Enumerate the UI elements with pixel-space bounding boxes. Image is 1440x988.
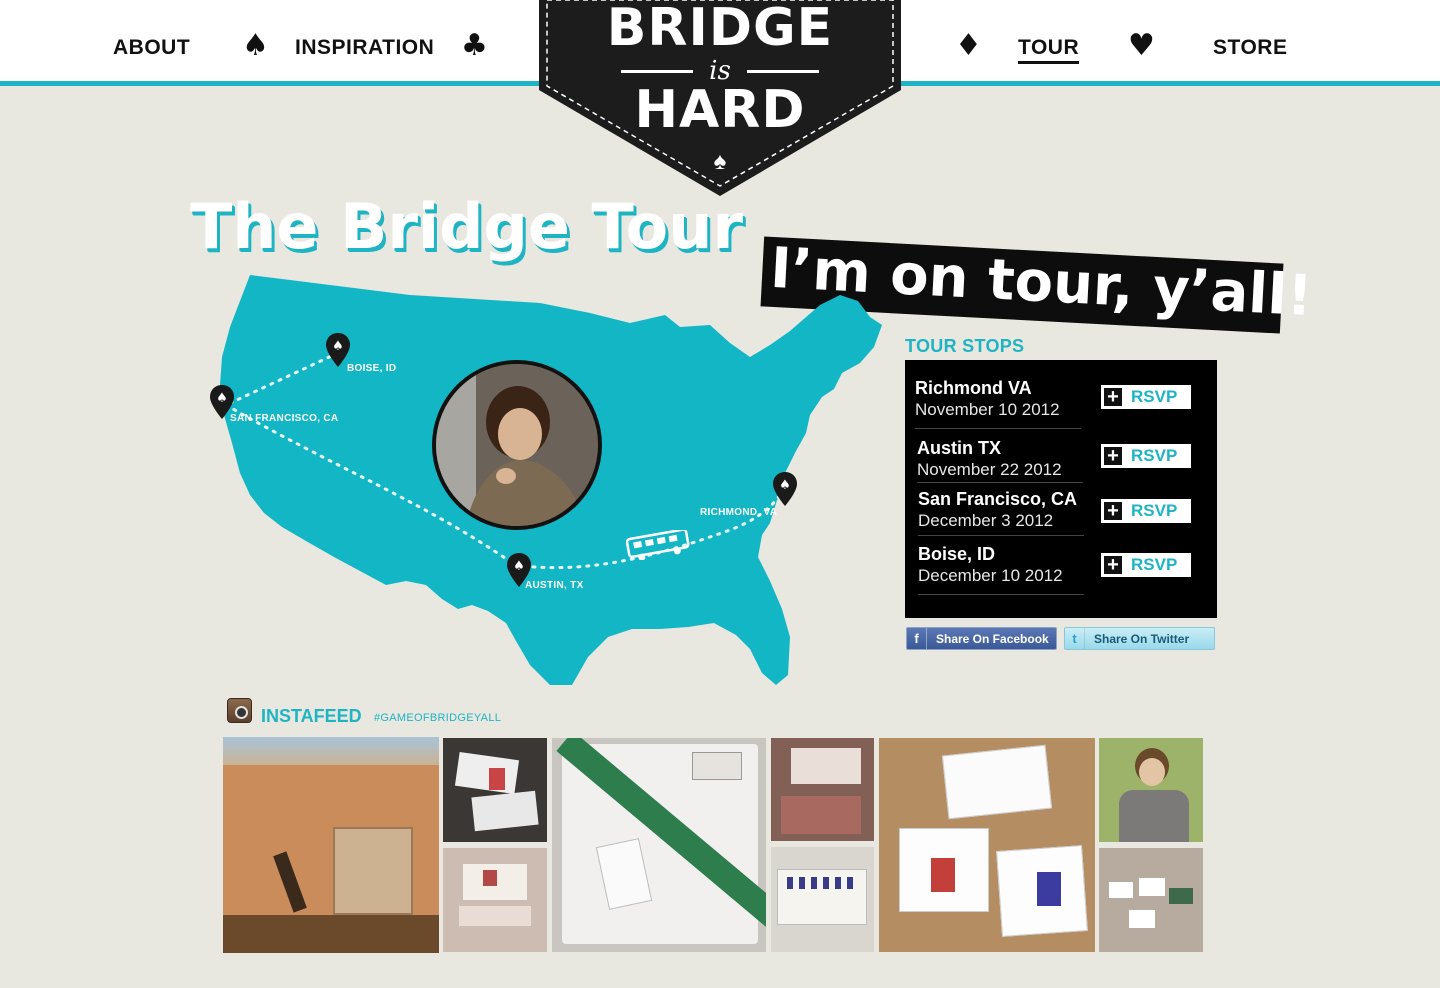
tour-stop-city: San Francisco, CA — [918, 489, 1078, 509]
logo-word-hard: HARD — [634, 80, 806, 140]
tour-stops-heading: TOUR STOPS — [905, 336, 1025, 356]
logo-rule-right — [747, 70, 819, 73]
instafeed-heading: INSTAFEED — [261, 706, 362, 726]
city-label-richmond: RICHMOND, VA — [700, 507, 778, 518]
plus-icon: + — [1101, 553, 1125, 577]
club-icon: ♣ — [461, 28, 488, 63]
page-title: The Bridge Tour — [190, 190, 743, 263]
plus-icon: + — [1101, 499, 1125, 523]
instafeed-photo[interactable] — [1099, 738, 1203, 842]
instafeed-photo[interactable] — [1099, 848, 1203, 952]
site-logo[interactable]: BRIDGE is HARD ♠ — [539, 0, 901, 196]
rsvp-label: RSVP — [1131, 555, 1178, 574]
svg-text:♠: ♠ — [216, 391, 228, 406]
artist-photo — [436, 364, 598, 526]
facebook-icon: f — [907, 628, 927, 649]
tour-stop: Richmond VA November 10 2012 — [915, 377, 1081, 429]
tour-stops-panel: Richmond VA November 10 2012 + RSVP Aust… — [905, 360, 1217, 618]
instafeed-photo[interactable] — [443, 848, 547, 952]
twitter-icon: t — [1065, 628, 1085, 649]
tour-stop-date: December 10 2012 — [918, 566, 1063, 585]
rsvp-label: RSVP — [1131, 387, 1178, 406]
svg-text:♠: ♠ — [779, 478, 791, 493]
tour-stop-city: Austin TX — [917, 438, 1001, 458]
map-pin-icon[interactable]: ♠ — [326, 333, 350, 367]
map-pin-icon[interactable]: ♠ — [773, 472, 797, 506]
instafeed-photo[interactable] — [443, 738, 547, 842]
spade-icon: ♠ — [242, 28, 269, 63]
logo-spade-icon: ♠ — [713, 148, 727, 175]
tour-stop-city: Richmond VA — [915, 378, 1032, 398]
tour-stop-date: November 22 2012 — [917, 460, 1062, 479]
rsvp-button[interactable]: + RSVP — [1101, 553, 1191, 577]
plus-icon: + — [1101, 444, 1125, 468]
nav-tour[interactable]: TOUR — [1018, 36, 1080, 64]
share-facebook-button[interactable]: f Share On Facebook — [906, 627, 1057, 650]
svg-text:♠: ♠ — [513, 559, 525, 574]
artist-avatar — [432, 360, 602, 530]
nav-about[interactable]: ABOUT — [113, 36, 190, 60]
tour-stop-date: November 10 2012 — [915, 400, 1060, 419]
instafeed-photo[interactable] — [771, 847, 874, 952]
rsvp-button[interactable]: + RSVP — [1101, 444, 1191, 468]
instafeed-photo[interactable] — [879, 738, 1095, 952]
nav-inspiration[interactable]: INSPIRATION — [295, 36, 434, 60]
instafeed-photo[interactable] — [771, 738, 874, 841]
rsvp-button[interactable]: + RSVP — [1101, 385, 1191, 409]
share-facebook-label: Share On Facebook — [936, 631, 1049, 646]
instafeed-hashtag[interactable]: #GAMEOFBRIDGEYALL — [374, 712, 501, 724]
plus-icon: + — [1101, 385, 1125, 409]
tour-stop-date: December 3 2012 — [918, 511, 1054, 530]
nav-store[interactable]: STORE — [1213, 36, 1287, 60]
svg-text:♠: ♠ — [332, 339, 344, 354]
tour-bus-icon — [626, 530, 690, 560]
rsvp-label: RSVP — [1131, 446, 1178, 465]
city-label-san-francisco: SAN FRANCISCO, CA — [230, 413, 339, 424]
instagram-icon — [227, 698, 252, 723]
tour-stop: Boise, ID December 10 2012 — [918, 543, 1084, 595]
heart-icon: ♥ — [1128, 28, 1155, 63]
instafeed-photo[interactable] — [552, 738, 766, 952]
rsvp-button[interactable]: + RSVP — [1101, 499, 1191, 523]
logo-word-bridge: BRIDGE — [606, 0, 834, 58]
diamond-icon: ♦ — [955, 28, 982, 63]
tour-stop: Austin TX November 22 2012 — [917, 437, 1083, 483]
rsvp-label: RSVP — [1131, 501, 1178, 520]
instafeed-photo[interactable] — [223, 737, 439, 953]
tour-stop: San Francisco, CA December 3 2012 — [918, 488, 1084, 536]
share-twitter-button[interactable]: t Share On Twitter — [1064, 627, 1215, 650]
city-label-boise: BOISE, ID — [347, 363, 397, 374]
tour-stop-city: Boise, ID — [918, 544, 996, 564]
city-label-austin: AUSTIN, TX — [525, 580, 584, 591]
share-twitter-label: Share On Twitter — [1094, 631, 1190, 646]
